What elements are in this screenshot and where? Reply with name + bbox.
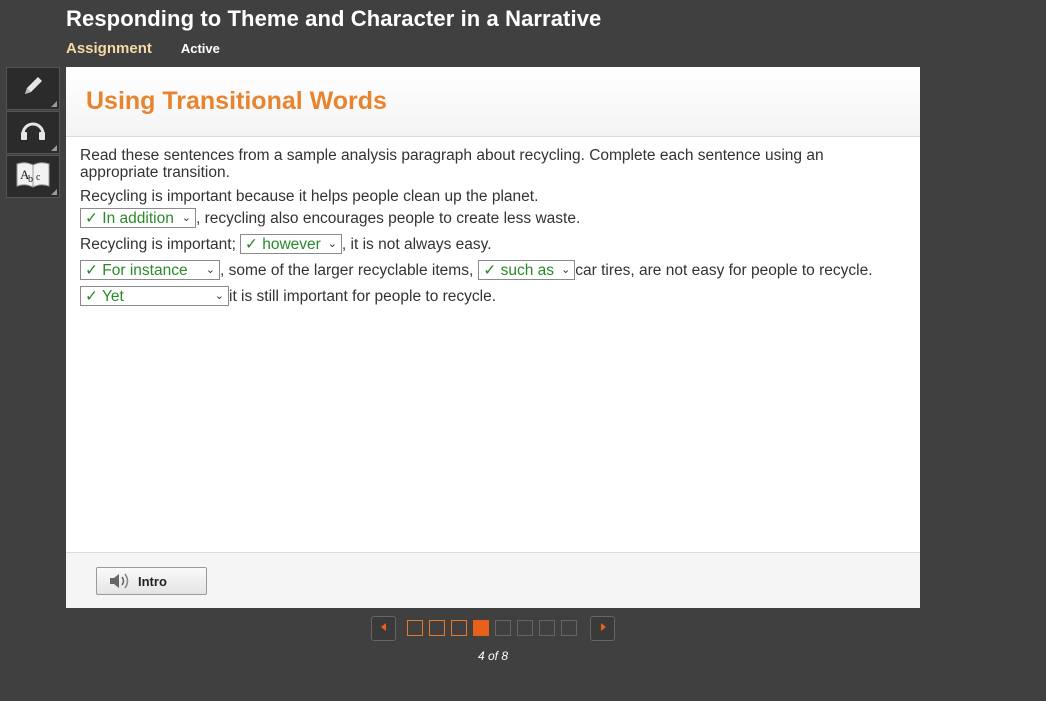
sentence-text: car tires, are not easy for people to re… bbox=[575, 261, 873, 279]
page-title: Responding to Theme and Character in a N… bbox=[66, 6, 602, 31]
audio-tool-button[interactable] bbox=[6, 111, 60, 154]
sentence-2: ✓ In addition ⌄ , recycling also encoura… bbox=[80, 205, 880, 231]
panel-header: Using Transitional Words bbox=[66, 67, 920, 137]
page-square-3[interactable] bbox=[451, 620, 467, 636]
transition-select-1[interactable]: ✓ In addition ⌄ bbox=[80, 208, 196, 228]
intro-audio-button[interactable]: Intro bbox=[96, 567, 207, 595]
tool-menu-corner bbox=[51, 101, 57, 107]
sentence-text: , it is not always easy. bbox=[341, 235, 492, 253]
status-badge: Active bbox=[180, 40, 220, 56]
intro-label: Intro bbox=[138, 573, 167, 589]
select-value: ✓ For instance bbox=[85, 261, 188, 279]
chevron-down-icon: ⌄ bbox=[214, 289, 224, 302]
sentence-4: ✓ For instance ⌄ , some of the larger re… bbox=[80, 257, 880, 283]
transition-select-4[interactable]: ✓ such as ⌄ bbox=[478, 260, 576, 280]
transition-select-3[interactable]: ✓ For instance ⌄ bbox=[80, 260, 220, 280]
dictionary-icon: A b c bbox=[15, 159, 51, 194]
activity-title: Using Transitional Words bbox=[86, 87, 387, 115]
headphones-icon bbox=[18, 116, 48, 149]
select-value: ✓ however bbox=[244, 235, 321, 253]
transition-select-2[interactable]: ✓ however ⌄ bbox=[239, 234, 342, 254]
sentence-text: it is still important for people to recy… bbox=[229, 287, 497, 305]
page-square-8[interactable] bbox=[561, 620, 577, 636]
prev-page-button[interactable] bbox=[371, 615, 396, 641]
assignment-label: Assignment bbox=[66, 39, 152, 57]
sentence-5: ✓ Yet ⌄ it is still important for people… bbox=[80, 283, 880, 309]
page-square-2[interactable] bbox=[429, 620, 445, 636]
sentence-1: Recycling is important because it helps … bbox=[80, 187, 539, 205]
chevron-down-icon: ⌄ bbox=[205, 263, 215, 276]
svg-text:b: b bbox=[28, 174, 33, 185]
page-navigator bbox=[371, 615, 615, 641]
activity-panel: Using Transitional Words Read these sent… bbox=[66, 67, 920, 608]
chevron-down-icon: ⌄ bbox=[561, 263, 571, 276]
page-square-7[interactable] bbox=[539, 620, 555, 636]
sentence-3: Recycling is important; ✓ however ⌄ , it… bbox=[80, 231, 880, 257]
chevron-down-icon: ⌄ bbox=[327, 237, 337, 250]
tool-sidebar: A b c bbox=[6, 67, 60, 199]
assignment-status-bar: Assignment Active bbox=[66, 39, 220, 57]
instructions-text: Read these sentences from a sample analy… bbox=[80, 147, 824, 181]
arrow-left-icon bbox=[379, 619, 389, 637]
tool-menu-corner bbox=[51, 145, 57, 151]
page-square-5[interactable] bbox=[495, 620, 511, 636]
activity-content: Read these sentences from a sample analy… bbox=[80, 147, 880, 309]
page-square-4[interactable] bbox=[473, 620, 489, 636]
arrow-right-icon bbox=[598, 619, 608, 637]
select-value: ✓ In addition bbox=[85, 209, 174, 227]
sentence-text: , recycling also encourages people to cr… bbox=[196, 209, 581, 227]
dictionary-tool-button[interactable]: A b c bbox=[6, 155, 60, 198]
page-count: 4 of 8 bbox=[477, 649, 509, 663]
page-square-1[interactable] bbox=[407, 620, 423, 636]
select-value: ✓ such as bbox=[483, 261, 554, 279]
svg-text:c: c bbox=[36, 172, 41, 183]
pencil-icon bbox=[19, 72, 47, 105]
sentence-text: , some of the larger recyclable items, bbox=[220, 261, 474, 279]
sentence-text: Recycling is important; bbox=[80, 235, 236, 253]
select-value: ✓ Yet bbox=[85, 287, 124, 305]
transition-select-5[interactable]: ✓ Yet ⌄ bbox=[80, 286, 229, 306]
panel-footer: Intro bbox=[66, 552, 920, 608]
page-square-6[interactable] bbox=[517, 620, 533, 636]
next-page-button[interactable] bbox=[590, 615, 615, 641]
tool-menu-corner bbox=[51, 189, 57, 195]
pencil-tool-button[interactable] bbox=[6, 67, 60, 110]
chevron-down-icon: ⌄ bbox=[181, 211, 191, 224]
speaker-icon bbox=[108, 572, 130, 590]
